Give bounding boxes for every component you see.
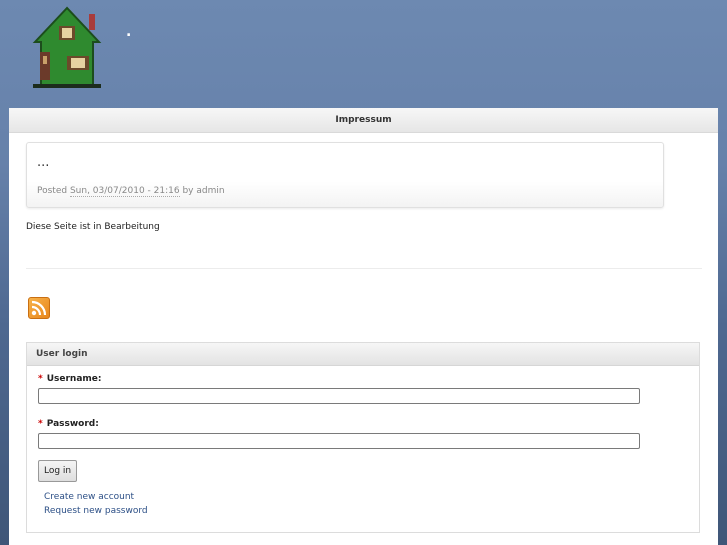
tab-label: Impressum bbox=[335, 115, 392, 125]
node-teaser: ... Posted Sun, 03/07/2010 - 21:16 by ad… bbox=[26, 142, 664, 208]
create-account-link[interactable]: Create new account bbox=[44, 492, 134, 502]
node-date: Sun, 03/07/2010 - 21:16 bbox=[69, 186, 180, 197]
login-button[interactable]: Log in bbox=[38, 460, 78, 482]
tab-impressum[interactable]: Impressum bbox=[9, 108, 718, 133]
node-meta: Posted Sun, 03/07/2010 - 21:16 by admin bbox=[37, 186, 225, 197]
divider bbox=[26, 268, 702, 269]
site-header: . bbox=[9, 0, 718, 108]
username-label: * Username: bbox=[38, 374, 102, 384]
site-name[interactable]: . bbox=[126, 24, 131, 40]
rss-feed-icon[interactable] bbox=[28, 297, 50, 319]
login-title: User login bbox=[27, 343, 699, 366]
user-login-block: User login * Username: * Password: Log in … bbox=[26, 342, 700, 533]
page-container: Impressum ... Posted Sun, 03/07/2010 - 2… bbox=[9, 108, 718, 545]
request-password-link[interactable]: Request new password bbox=[44, 506, 148, 516]
password-label-text: Password: bbox=[46, 419, 99, 429]
required-mark: * bbox=[38, 419, 43, 429]
by-text: by bbox=[182, 186, 194, 196]
node-author: admin bbox=[196, 186, 225, 196]
required-mark: * bbox=[38, 374, 43, 384]
posted-prefix: Posted bbox=[37, 186, 68, 196]
house-logo-icon[interactable] bbox=[31, 6, 103, 88]
page-body: Diese Seite ist in Bearbeitung bbox=[26, 222, 160, 232]
password-label: * Password: bbox=[38, 419, 99, 429]
username-label-text: Username: bbox=[46, 374, 102, 384]
password-input[interactable] bbox=[38, 433, 640, 449]
username-input[interactable] bbox=[38, 388, 640, 404]
node-title[interactable]: ... bbox=[37, 155, 49, 170]
